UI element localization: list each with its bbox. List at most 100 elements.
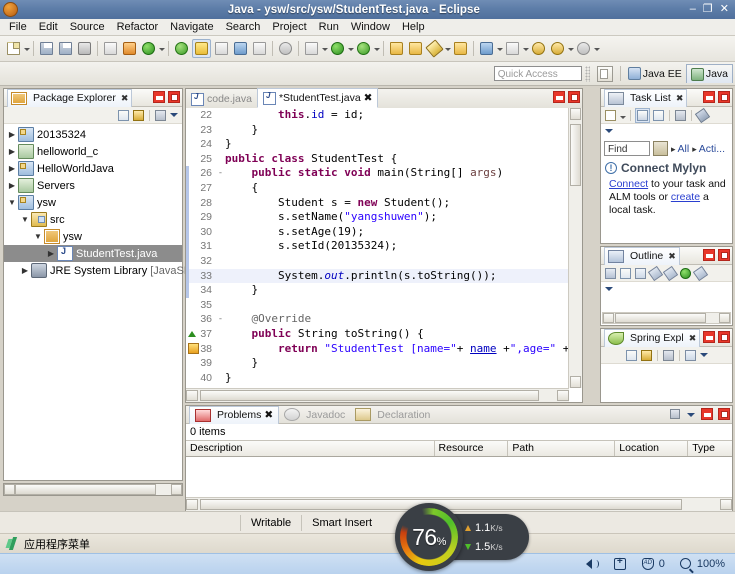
- expand-arrow-icon[interactable]: [19, 266, 31, 275]
- code-line[interactable]: 37 public String toString() {: [186, 327, 568, 342]
- minimize-icon[interactable]: –: [690, 4, 696, 15]
- link-icon[interactable]: [575, 40, 592, 57]
- minimize-editor-button[interactable]: [553, 91, 565, 103]
- tab-javadoc[interactable]: Javadoc: [279, 406, 350, 423]
- search-icon[interactable]: [277, 40, 294, 57]
- quick-fix-icon[interactable]: [425, 39, 444, 58]
- print-icon[interactable]: [76, 40, 93, 57]
- hide-local-types-icon[interactable]: [692, 265, 709, 281]
- warning-marker-icon[interactable]: [188, 343, 199, 355]
- new-dropdown-icon[interactable]: [23, 41, 30, 57]
- find-filter-icon[interactable]: [653, 141, 668, 156]
- new-icon[interactable]: [5, 40, 22, 57]
- forward-dropdown-icon[interactable]: [567, 41, 574, 57]
- code-line[interactable]: 30 s.setAge(19);: [186, 225, 568, 240]
- build-dropdown-icon[interactable]: [158, 41, 165, 57]
- new-task-dropdown-icon[interactable]: [619, 109, 626, 121]
- code-line[interactable]: 26- public static void main(String[] arg…: [186, 166, 568, 181]
- new-class-icon[interactable]: [213, 40, 230, 57]
- menu-run[interactable]: Run: [313, 20, 345, 34]
- volume-icon[interactable]: [585, 557, 599, 571]
- code-line[interactable]: 33 System.out.println(s.toString());: [186, 268, 568, 284]
- toolbar-drag-handle[interactable]: [584, 65, 590, 82]
- hide-nonpublic-icon[interactable]: [679, 267, 692, 280]
- column-header-path[interactable]: Path: [508, 441, 616, 456]
- maximize-view-button[interactable]: [718, 91, 730, 103]
- menu-project[interactable]: Project: [266, 20, 312, 34]
- code-line[interactable]: 40}: [186, 371, 568, 386]
- scroll-up-icon[interactable]: [570, 108, 581, 120]
- sort-icon[interactable]: [684, 349, 697, 362]
- forward-icon[interactable]: [549, 40, 566, 57]
- link-with-editor-icon[interactable]: [640, 349, 653, 362]
- quick-fix-dropdown-icon[interactable]: [444, 41, 451, 57]
- zoom-icon[interactable]: [679, 557, 693, 571]
- code-line[interactable]: 25 public class StudentTest {: [186, 152, 568, 167]
- menu-edit[interactable]: Edit: [33, 20, 64, 34]
- menu-refactor[interactable]: Refactor: [111, 20, 165, 34]
- fold-toggle-icon[interactable]: -: [216, 166, 225, 181]
- code-line[interactable]: 32: [186, 254, 568, 269]
- scroll-right-icon[interactable]: [719, 313, 730, 323]
- tree-item-helloworld-c[interactable]: helloworld_c: [4, 143, 182, 160]
- tree-item-studenttest-java[interactable]: StudentTest.java: [4, 245, 182, 262]
- minimize-view-button[interactable]: [703, 331, 715, 343]
- close-icon[interactable]: ✖: [689, 333, 697, 344]
- expand-arrow-icon[interactable]: [6, 164, 18, 173]
- cpu-gauge[interactable]: 76%: [395, 503, 463, 571]
- window-controls[interactable]: – ❐ ✕: [690, 4, 735, 15]
- collapse-arrow-icon[interactable]: [6, 198, 18, 207]
- view-menu-icon[interactable]: [604, 126, 614, 136]
- override-marker-icon[interactable]: [188, 331, 196, 338]
- view-window-controls[interactable]: [703, 91, 730, 103]
- create-link[interactable]: create: [671, 191, 700, 203]
- collapse-all-icon[interactable]: [619, 267, 632, 280]
- editor-tab-code-java[interactable]: code.java: [186, 90, 257, 108]
- scroll-right-icon[interactable]: [720, 499, 732, 510]
- outline-hscrollbar[interactable]: [602, 312, 731, 324]
- expand-arrow-icon[interactable]: [45, 249, 57, 258]
- problems-view-controls[interactable]: [669, 408, 730, 420]
- new-task-icon[interactable]: [604, 109, 617, 122]
- column-header-location[interactable]: Location: [615, 441, 689, 456]
- problems-table-body[interactable]: [186, 473, 732, 497]
- expand-arrow-icon[interactable]: [6, 181, 18, 190]
- tab-package-explorer[interactable]: Package Explorer ✖: [7, 88, 133, 107]
- tree-item-servers[interactable]: Servers: [4, 177, 182, 194]
- view-window-controls[interactable]: [703, 249, 730, 261]
- collapse-all-icon[interactable]: [117, 109, 130, 122]
- back-icon[interactable]: [530, 40, 547, 57]
- maximize-view-button[interactable]: [168, 91, 180, 103]
- view-menu-icon[interactable]: [699, 350, 709, 360]
- scroll-left-icon[interactable]: [603, 313, 614, 323]
- zoom-item[interactable]: 100%: [679, 557, 725, 571]
- view-menu-icon[interactable]: [604, 284, 614, 294]
- expand-arrow-icon[interactable]: [6, 147, 18, 156]
- code-line[interactable]: 31 s.setId(20135324);: [186, 239, 568, 254]
- close-icon[interactable]: ✖: [676, 93, 684, 104]
- quick-access-input[interactable]: Quick Access: [493, 66, 582, 81]
- code-line[interactable]: 27 {: [186, 181, 568, 196]
- focus-on-active-task-icon[interactable]: [604, 267, 617, 280]
- shield-icon[interactable]: AD: [641, 557, 655, 571]
- view-window-controls[interactable]: [153, 91, 180, 103]
- new-folder-icon[interactable]: [407, 40, 424, 57]
- build-all-icon[interactable]: [121, 40, 138, 57]
- scroll-right-icon[interactable]: [171, 484, 182, 495]
- external-tools-icon[interactable]: [355, 40, 372, 57]
- task-find-input[interactable]: Find: [604, 141, 650, 156]
- restore-icon[interactable]: ❐: [703, 4, 713, 15]
- tree-item-helloworldjava[interactable]: HelloWorldJava: [4, 160, 182, 177]
- save-all-icon[interactable]: [57, 40, 74, 57]
- open-task-icon[interactable]: [251, 40, 268, 57]
- menu-window[interactable]: Window: [345, 20, 396, 34]
- perspective-java-ee[interactable]: Java EE: [624, 65, 686, 83]
- app-menu-label[interactable]: 应用程序菜单: [24, 536, 90, 552]
- sort-icon[interactable]: [634, 267, 647, 280]
- breadcrumb-all[interactable]: All: [671, 143, 690, 155]
- scheduled-presentation-icon[interactable]: [652, 109, 665, 122]
- tree-item-ysw-project[interactable]: ysw: [4, 194, 182, 211]
- open-editor-icon[interactable]: [452, 40, 469, 57]
- maximize-editor-button[interactable]: [568, 91, 580, 103]
- tab-declaration[interactable]: Declaration: [350, 406, 435, 423]
